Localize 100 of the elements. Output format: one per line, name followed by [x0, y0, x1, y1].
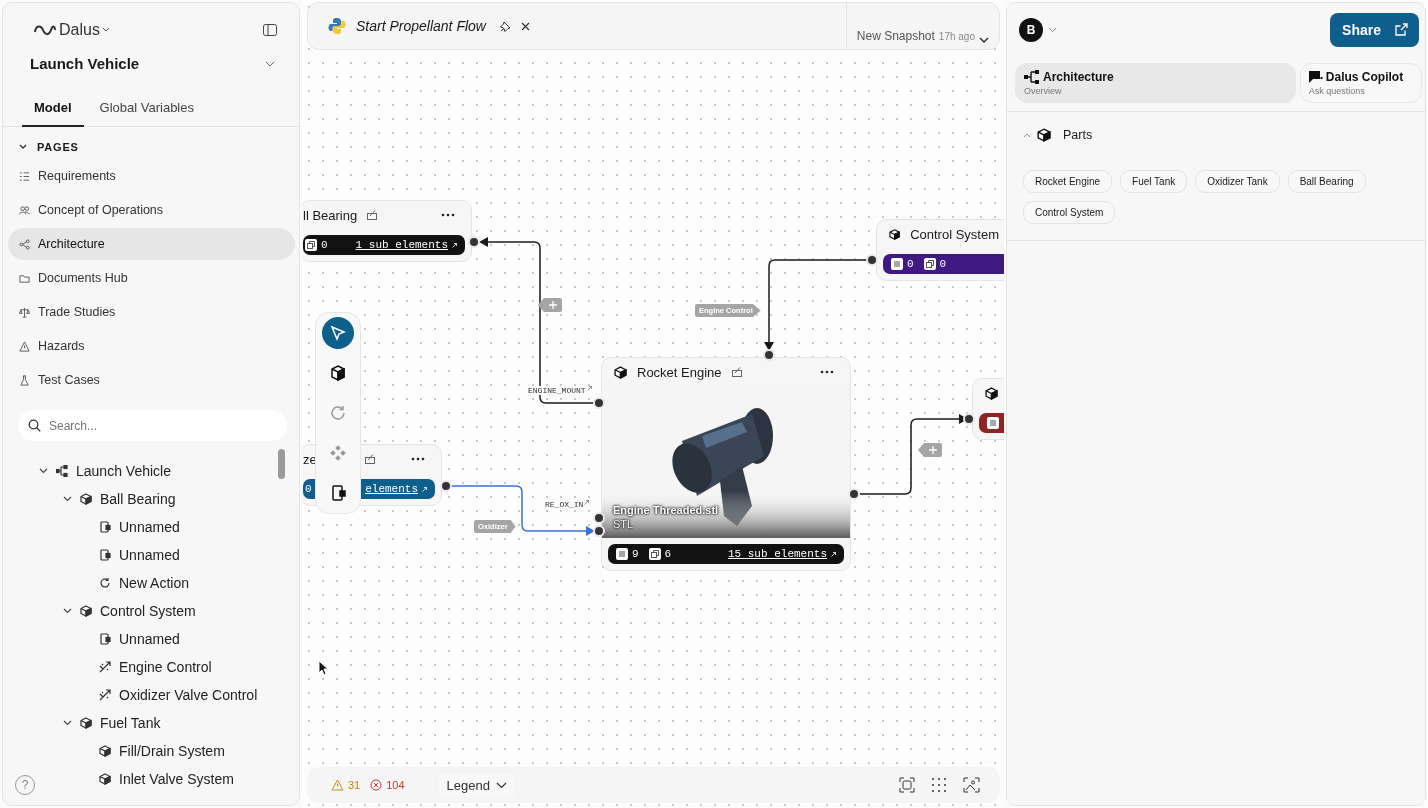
page-item[interactable]: Architecture [8, 228, 295, 260]
sidebar-tab[interactable]: Model [22, 94, 84, 127]
tree-item[interactable]: Fuel Tank [100, 715, 161, 731]
node-card[interactable]: Control System 0 0 [876, 219, 1004, 281]
tree-item[interactable]: Unnamed [119, 631, 180, 647]
port-handle[interactable] [763, 349, 775, 361]
refresh-icon [329, 404, 347, 422]
page-item[interactable]: Hazards [8, 330, 295, 362]
tree-node-icon [99, 521, 111, 533]
port-handle[interactable] [593, 512, 605, 524]
share-button[interactable]: Share [1330, 12, 1419, 47]
sub-elements-link[interactable]: 1 sub elements [355, 239, 448, 251]
edit-icon[interactable] [367, 210, 379, 220]
tree-node-icon [80, 493, 92, 505]
search-icon [28, 419, 41, 432]
page-item[interactable]: Requirements [8, 160, 295, 192]
edit-icon[interactable] [365, 454, 376, 464]
port-icon [329, 484, 347, 502]
image-icon[interactable] [963, 777, 980, 793]
part-chip[interactable]: Rocket Engine [1023, 170, 1113, 193]
chevron-icon[interactable] [101, 27, 110, 33]
tree-item[interactable]: Oxidizer Valve Control [119, 687, 258, 703]
part-chip[interactable]: Control System [1023, 201, 1116, 224]
scrollbar[interactable] [278, 449, 285, 479]
port-handle[interactable] [866, 254, 878, 266]
pointer-icon [329, 324, 347, 342]
cube-icon [889, 227, 901, 241]
chevron-icon[interactable] [979, 37, 989, 43]
panel-tab[interactable]: Architecture Overview [1015, 63, 1296, 103]
chevron-icon[interactable] [63, 496, 72, 502]
port-handle[interactable] [440, 480, 452, 492]
avatar[interactable]: B [1019, 17, 1043, 42]
cube-icon [985, 386, 998, 400]
edit-icon[interactable] [731, 367, 743, 377]
tool-button[interactable] [322, 317, 354, 349]
sidebar-toggle-icon[interactable] [263, 24, 277, 36]
more-icon[interactable] [411, 457, 425, 461]
add-tag-icon[interactable] [538, 298, 562, 312]
document-title[interactable]: Start Propellant Flow [356, 18, 486, 34]
document-icon [891, 258, 903, 270]
tree-item[interactable]: Ball Bearing [100, 491, 176, 507]
cube-icon [1037, 128, 1051, 142]
count: 0 [939, 258, 947, 270]
more-icon[interactable] [441, 213, 455, 217]
tree-item[interactable]: Unnamed [119, 519, 180, 535]
file-name: Engine Threaded.stl [613, 504, 719, 516]
tree-item[interactable]: Control System [100, 603, 196, 619]
section-title[interactable]: Parts [1063, 128, 1093, 142]
part-chip[interactable]: Fuel Tank [1120, 170, 1188, 193]
page-icon [19, 238, 30, 250]
part-chip[interactable]: Ball Bearing [1287, 170, 1366, 193]
workspace-name[interactable]: Dalus [59, 21, 100, 39]
page-item[interactable]: Documents Hub [8, 262, 295, 294]
chevron-icon[interactable] [63, 608, 72, 614]
node-card[interactable]: ll Bearing 0 1 sub elements [302, 200, 472, 262]
port-handle[interactable] [593, 525, 605, 537]
fit-view-icon[interactable] [899, 777, 915, 793]
port-handle[interactable] [593, 397, 605, 409]
hierarchy-icon [1024, 70, 1040, 84]
pin-icon[interactable] [499, 20, 511, 32]
sidebar-tab[interactable]: Global Variables [87, 94, 206, 127]
tree-item[interactable]: Inlet Valve System [119, 771, 234, 787]
copy-icon [648, 548, 661, 560]
port-handle[interactable] [963, 413, 975, 425]
tree-node-icon [56, 465, 68, 477]
tree-item[interactable]: Engine Control [119, 659, 212, 675]
page-item[interactable]: Trade Studies [8, 296, 295, 328]
tree-node-icon [99, 773, 111, 785]
tree-item[interactable]: Unnamed [119, 547, 180, 563]
count: 6 [664, 548, 672, 560]
page-item[interactable]: Test Cases [8, 364, 295, 396]
tree-item[interactable]: Fill/Drain System [119, 743, 225, 759]
snapshot-age: 17h ago [938, 31, 975, 42]
tree-item[interactable]: Launch Vehicle [76, 463, 171, 479]
document-icon [616, 548, 628, 560]
sub-elements-link[interactable]: elements [365, 483, 418, 495]
page-item[interactable]: Concept of Operations [8, 194, 295, 226]
chevron-icon[interactable] [39, 468, 48, 474]
chat-icon [1308, 70, 1323, 84]
chevron-icon[interactable] [19, 144, 27, 150]
copy-icon [305, 239, 317, 251]
error-count[interactable]: 104 [386, 779, 405, 791]
sub-elements-link[interactable]: 15 sub elements [727, 548, 827, 560]
chevron-icon[interactable] [63, 720, 72, 726]
more-icon[interactable] [820, 370, 834, 374]
page-icon [19, 340, 30, 352]
close-icon[interactable] [520, 21, 530, 31]
external-link-icon [1395, 23, 1408, 36]
panel-tab[interactable]: Dalus Copilot Ask questions [1299, 63, 1422, 103]
count: 9 [632, 548, 639, 560]
move-icon [329, 444, 347, 462]
part-chip[interactable]: Oxidizer Tank [1195, 170, 1280, 193]
project-name[interactable]: Launch Vehicle [30, 55, 140, 72]
tree-item[interactable]: New Action [119, 575, 190, 591]
tree-node-icon [99, 689, 111, 701]
grid-icon[interactable] [931, 777, 947, 793]
search-field[interactable]: Search... [18, 410, 287, 441]
snapshot-name[interactable]: New Snapshot [856, 29, 935, 43]
tree-node-icon [99, 549, 111, 561]
tree-node-icon [80, 605, 92, 617]
